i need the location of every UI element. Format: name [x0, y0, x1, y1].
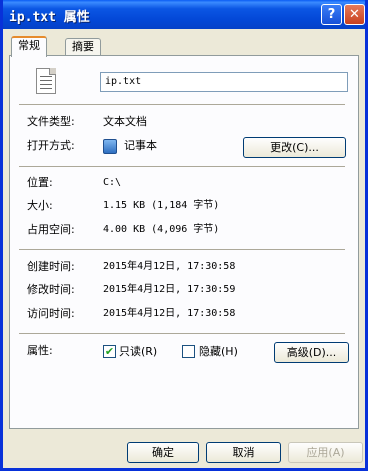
title-bar[interactable]: ip.txt 属性 ? ✕ — [3, 0, 365, 29]
ok-button[interactable]: 确定 — [127, 442, 199, 463]
divider — [19, 333, 345, 334]
size-value: 1.15 KB (1,184 字节) — [103, 200, 220, 211]
modified-label: 修改时间: — [27, 283, 75, 296]
tab-panel-general — [9, 55, 359, 429]
close-button[interactable]: ✕ — [344, 4, 365, 25]
hidden-checkbox[interactable] — [182, 345, 195, 358]
hidden-label[interactable]: 隐藏(H) — [199, 345, 238, 359]
location-value: C:\ — [103, 177, 122, 188]
file-name-field[interactable]: ip.txt — [100, 72, 348, 92]
apply-button[interactable]: 应用(A) — [288, 442, 363, 463]
divider — [19, 166, 345, 167]
modified-value: 2015年4月12日, 17:30:59 — [103, 284, 236, 295]
disk-size-label: 占用空间: — [27, 223, 75, 236]
created-value: 2015年4月12日, 17:30:58 — [103, 261, 236, 272]
cancel-button[interactable]: 取消 — [206, 442, 281, 463]
tab-summary[interactable]: 摘要 — [65, 38, 101, 56]
readonly-checkbox[interactable]: ✔ — [103, 345, 116, 358]
divider — [19, 249, 345, 250]
notepad-icon — [103, 139, 117, 154]
disk-size-value: 4.00 KB (4,096 字节) — [103, 224, 220, 235]
properties-dialog: ip.txt 属性 ? ✕ 常规 摘要 ip.txt 文件类型: 文本文档 打开… — [0, 0, 368, 471]
text-file-icon — [36, 68, 56, 94]
open-with-label: 打开方式: — [27, 139, 75, 152]
advanced-button[interactable]: 高级(D)... — [274, 342, 349, 363]
location-label: 位置: — [27, 176, 53, 189]
window-title: ip.txt 属性 — [9, 10, 90, 25]
readonly-label[interactable]: 只读(R) — [119, 345, 157, 359]
help-button[interactable]: ? — [321, 4, 342, 25]
file-type-value: 文本文档 — [103, 115, 147, 128]
accessed-value: 2015年4月12日, 17:30:58 — [103, 308, 236, 319]
tab-general[interactable]: 常规 — [11, 36, 47, 57]
open-with-value: 记事本 — [124, 139, 157, 152]
change-button[interactable]: 更改(C)... — [243, 137, 346, 158]
created-label: 创建时间: — [27, 260, 75, 273]
divider — [19, 104, 345, 105]
size-label: 大小: — [27, 199, 53, 212]
file-type-label: 文件类型: — [27, 115, 75, 128]
accessed-label: 访问时间: — [27, 307, 75, 320]
attributes-label: 属性: — [27, 344, 53, 357]
